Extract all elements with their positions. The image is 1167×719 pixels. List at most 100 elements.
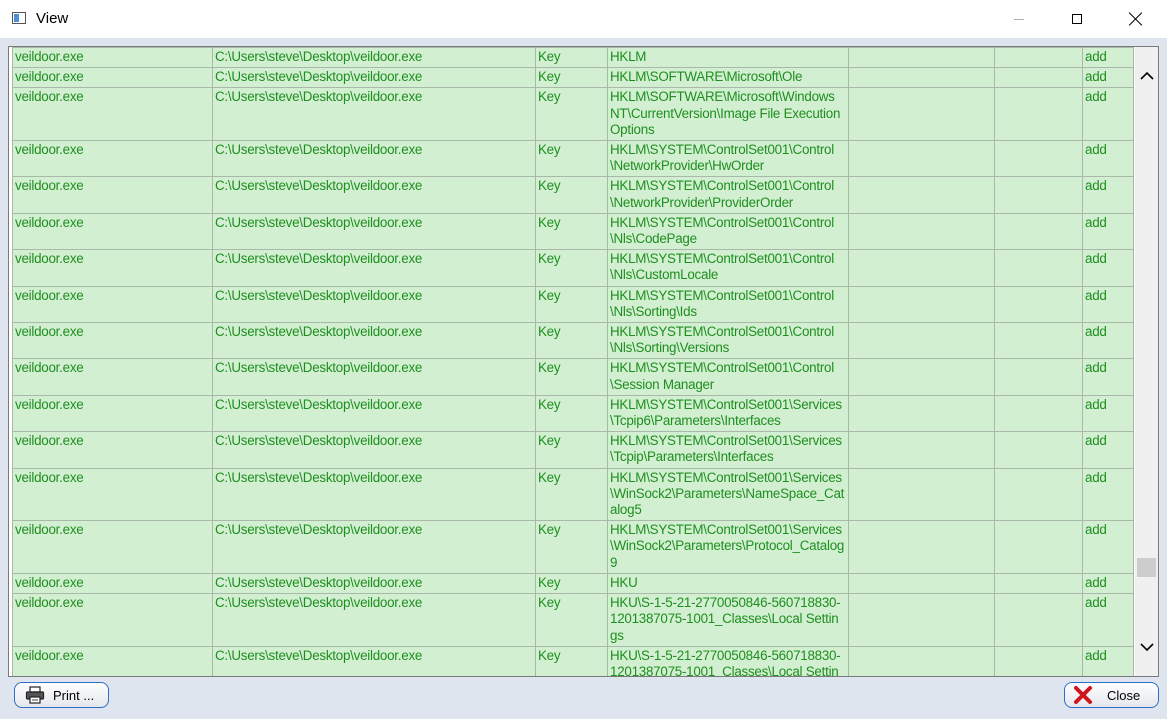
path-cell: C:\Users\steve\Desktop\veildoor.exe bbox=[212, 47, 536, 69]
minimize-button[interactable] bbox=[990, 0, 1048, 38]
path-cell: C:\Users\steve\Desktop\veildoor.exe bbox=[212, 394, 536, 433]
value-cell bbox=[848, 358, 995, 396]
registry-key-cell: HKLM\SYSTEM\ControlSet001\Services\Tcpip… bbox=[607, 394, 849, 433]
operation-cell: add bbox=[1082, 322, 1134, 360]
table-row[interactable]: veildoor.exe C:\Users\steve\Desktop\veild… bbox=[12, 572, 1134, 595]
path-cell: C:\Users\steve\Desktop\veildoor.exe bbox=[212, 431, 536, 469]
table-row[interactable]: veildoor.exe C:\Users\steve\Desktop\veild… bbox=[12, 285, 1134, 324]
process-cell: veildoor.exe bbox=[12, 358, 213, 396]
type-cell: Key bbox=[535, 394, 608, 433]
operation-cell: add bbox=[1082, 140, 1134, 178]
registry-key-cell: HKU\S-1-5-21-2770050846-560718830-120138… bbox=[607, 593, 849, 647]
path-cell: C:\Users\steve\Desktop\veildoor.exe bbox=[212, 467, 536, 522]
data-cell bbox=[994, 520, 1083, 574]
value-cell bbox=[848, 140, 995, 178]
registry-key-cell: HKU\S-1-5-21-2770050846-560718830-120138… bbox=[607, 645, 849, 676]
close-icon bbox=[1129, 12, 1143, 26]
value-cell bbox=[848, 645, 995, 676]
process-cell: veildoor.exe bbox=[12, 394, 213, 433]
process-cell: veildoor.exe bbox=[12, 593, 213, 647]
view-window: View veildoor.exe C:\Users\steve\Desktop\… bbox=[0, 0, 1167, 719]
type-cell: Key bbox=[535, 249, 608, 287]
close-button-label: Close bbox=[1107, 687, 1141, 703]
table-row[interactable]: veildoor.exe C:\Users\steve\Desktop\veild… bbox=[12, 645, 1134, 676]
path-cell: C:\Users\steve\Desktop\veildoor.exe bbox=[212, 572, 536, 595]
path-cell: C:\Users\steve\Desktop\veildoor.exe bbox=[212, 358, 536, 396]
data-cell bbox=[994, 176, 1083, 214]
table-row[interactable]: veildoor.exe C:\Users\steve\Desktop\veild… bbox=[12, 67, 1134, 89]
value-cell bbox=[848, 176, 995, 214]
operation-cell: add bbox=[1082, 285, 1134, 324]
process-cell: veildoor.exe bbox=[12, 87, 213, 142]
value-cell bbox=[848, 572, 995, 595]
type-cell: Key bbox=[535, 285, 608, 324]
path-cell: C:\Users\steve\Desktop\veildoor.exe bbox=[212, 140, 536, 178]
value-cell bbox=[848, 87, 995, 142]
table-row[interactable]: veildoor.exe C:\Users\steve\Desktop\veild… bbox=[12, 176, 1134, 214]
process-cell: veildoor.exe bbox=[12, 47, 213, 69]
registry-key-cell: HKLM\SYSTEM\ControlSet001\Services\Tcpip… bbox=[607, 431, 849, 469]
table-row[interactable]: veildoor.exe C:\Users\steve\Desktop\veild… bbox=[12, 322, 1134, 360]
red-x-icon bbox=[1073, 685, 1093, 705]
table-row[interactable]: veildoor.exe C:\Users\steve\Desktop\veild… bbox=[12, 593, 1134, 647]
type-cell: Key bbox=[535, 176, 608, 214]
table-row[interactable]: veildoor.exe C:\Users\steve\Desktop\veild… bbox=[12, 87, 1134, 142]
data-cell bbox=[994, 358, 1083, 396]
registry-key-cell: HKLM\SYSTEM\ControlSet001\Control\Nls\Co… bbox=[607, 212, 849, 251]
process-cell: veildoor.exe bbox=[12, 467, 213, 522]
app-window-icon bbox=[12, 12, 26, 24]
scroll-down-button[interactable] bbox=[1135, 637, 1158, 657]
operation-cell: add bbox=[1082, 176, 1134, 214]
table-row[interactable]: veildoor.exe C:\Users\steve\Desktop\veild… bbox=[12, 358, 1134, 396]
registry-key-cell: HKLM\SYSTEM\ControlSet001\Services\WinSo… bbox=[607, 467, 849, 522]
print-button-label: Print ... bbox=[53, 687, 95, 703]
operation-cell: add bbox=[1082, 249, 1134, 287]
scroll-up-button[interactable] bbox=[1135, 65, 1158, 85]
table-row[interactable]: veildoor.exe C:\Users\steve\Desktop\veild… bbox=[12, 431, 1134, 469]
close-button[interactable]: Close bbox=[1064, 682, 1159, 708]
value-cell bbox=[848, 47, 995, 69]
print-button[interactable]: Print ... bbox=[14, 682, 109, 708]
table-row[interactable]: veildoor.exe C:\Users\steve\Desktop\veild… bbox=[12, 394, 1134, 433]
grid-viewport: veildoor.exe C:\Users\steve\Desktop\veild… bbox=[12, 47, 1134, 676]
type-cell: Key bbox=[535, 572, 608, 595]
operation-cell: add bbox=[1082, 87, 1134, 142]
operation-cell: add bbox=[1082, 212, 1134, 251]
table-row[interactable]: veildoor.exe C:\Users\steve\Desktop\veild… bbox=[12, 47, 1134, 69]
path-cell: C:\Users\steve\Desktop\veildoor.exe bbox=[212, 212, 536, 251]
data-grid: veildoor.exe C:\Users\steve\Desktop\veild… bbox=[8, 46, 1159, 677]
data-cell bbox=[994, 67, 1083, 89]
path-cell: C:\Users\steve\Desktop\veildoor.exe bbox=[212, 176, 536, 214]
operation-cell: add bbox=[1082, 431, 1134, 469]
operation-cell: add bbox=[1082, 467, 1134, 522]
table-row[interactable]: veildoor.exe C:\Users\steve\Desktop\veild… bbox=[12, 212, 1134, 251]
table-row[interactable]: veildoor.exe C:\Users\steve\Desktop\veild… bbox=[12, 467, 1134, 522]
process-cell: veildoor.exe bbox=[12, 249, 213, 287]
table-row[interactable]: veildoor.exe C:\Users\steve\Desktop\veild… bbox=[12, 520, 1134, 574]
operation-cell: add bbox=[1082, 394, 1134, 433]
scroll-thumb[interactable] bbox=[1137, 558, 1156, 577]
value-cell bbox=[848, 467, 995, 522]
table-row[interactable]: veildoor.exe C:\Users\steve\Desktop\veild… bbox=[12, 140, 1134, 178]
registry-key-cell: HKLM bbox=[607, 47, 849, 69]
process-cell: veildoor.exe bbox=[12, 140, 213, 178]
process-cell: veildoor.exe bbox=[12, 67, 213, 89]
type-cell: Key bbox=[535, 645, 608, 676]
value-cell bbox=[848, 431, 995, 469]
registry-key-cell: HKLM\SYSTEM\ControlSet001\Control\Networ… bbox=[607, 176, 849, 214]
type-cell: Key bbox=[535, 322, 608, 360]
vertical-scrollbar[interactable] bbox=[1135, 47, 1158, 676]
operation-cell: add bbox=[1082, 47, 1134, 69]
operation-cell: add bbox=[1082, 593, 1134, 647]
operation-cell: add bbox=[1082, 520, 1134, 574]
registry-key-cell: HKU bbox=[607, 572, 849, 595]
type-cell: Key bbox=[535, 467, 608, 522]
chevron-down-icon bbox=[1139, 642, 1154, 651]
window-close-button[interactable] bbox=[1107, 0, 1165, 38]
title-bar[interactable]: View bbox=[0, 0, 1167, 38]
type-cell: Key bbox=[535, 212, 608, 251]
table-row[interactable]: veildoor.exe C:\Users\steve\Desktop\veild… bbox=[12, 249, 1134, 287]
maximize-icon bbox=[1072, 14, 1082, 24]
data-cell bbox=[994, 394, 1083, 433]
maximize-button[interactable] bbox=[1048, 0, 1106, 38]
